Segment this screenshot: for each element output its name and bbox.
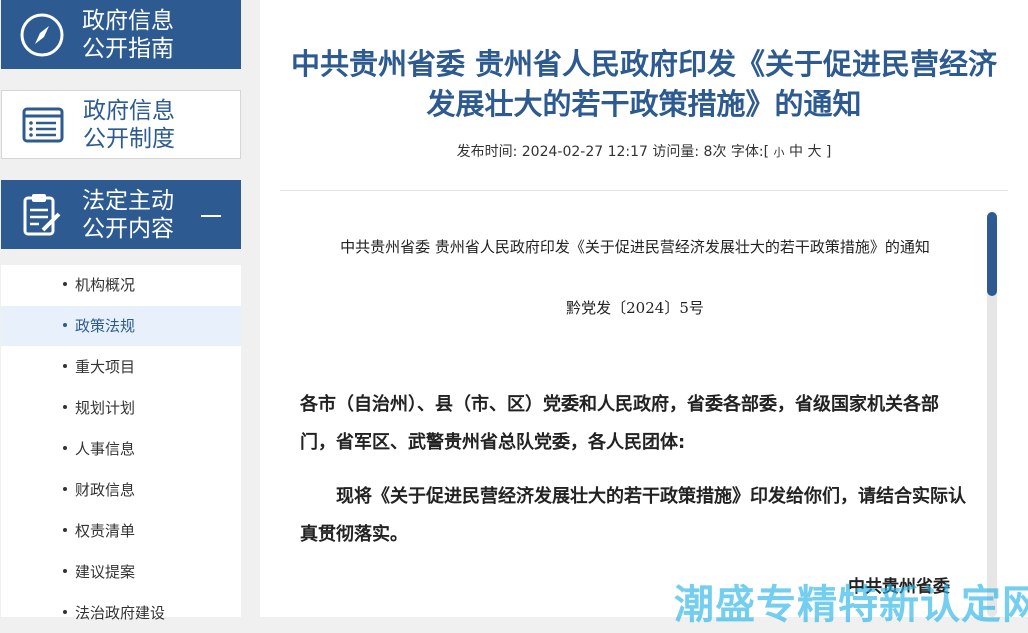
submenu-item-powers[interactable]: 权责清单 (1, 511, 241, 551)
list-document-icon (22, 107, 64, 142)
scrollbar-track[interactable] (987, 212, 997, 617)
meta-suffix: ] (825, 144, 832, 160)
submenu-item-personnel[interactable]: 人事信息 (1, 429, 241, 469)
collapse-icon[interactable] (201, 214, 221, 217)
submenu-item-projects[interactable]: 重大项目 (1, 347, 241, 387)
bullet-icon (63, 568, 67, 573)
body-paragraph: 现将《关于促进民营经济发展壮大的若干政策措施》印发给你们，请结合实际认真贯彻落实… (300, 486, 966, 545)
submenu-item-policy[interactable]: 政策法规 (1, 306, 241, 346)
bullet-icon (63, 609, 67, 614)
document-number: 黔党发〔2024〕5号 (566, 299, 704, 317)
bullet-icon (63, 486, 67, 491)
compass-icon (20, 13, 64, 56)
article-meta: 发布时间: 2024-02-27 12:17 访问量: 8次 字体:[ 小 中 … (260, 141, 1028, 161)
submenu-item-proposals[interactable]: 建议提案 (1, 552, 241, 592)
publish-info: 发布时间: 2024-02-27 12:17 访问量: 8次 字体:[ (456, 144, 770, 160)
submenu-item-rule-of-law[interactable]: 法治政府建设 (1, 593, 241, 633)
article-panel: 中共贵州省委 贵州省人民政府印发《关于促进民营经济发展壮大的若干政策措施》的通知… (260, 0, 1028, 617)
addressee-paragraph: 各市（自治州）、县（市、区）党委和人民政府，省委各部委，省级国家机关各部门，省军… (300, 394, 939, 453)
nav-guide[interactable]: 政府信息 公开指南 (1, 0, 241, 69)
watermark: 潮盛专精特新认定网 (674, 582, 1028, 628)
font-size-small-link[interactable]: 小 (774, 146, 785, 159)
nav-system[interactable]: 政府信息 公开制度 (1, 90, 241, 159)
sidebar: 政府信息 公开指南 政府信息 公开制度 法定主动 公开内容 机构概况 政策法规 … (0, 0, 241, 622)
submenu-item-org[interactable]: 机构概况 (1, 265, 241, 305)
font-size-medium-link[interactable]: 中 (789, 144, 803, 160)
page-title: 中共贵州省委 贵州省人民政府印发《关于促进民营经济发展壮大的若干政策措施》的通知 (290, 47, 998, 121)
bullet-icon (63, 404, 67, 409)
nav-guide-label: 政府信息 公开指南 (82, 7, 174, 62)
scrollbar-thumb[interactable] (987, 212, 997, 296)
bullet-icon (63, 445, 67, 450)
nav-statutory-label: 法定主动 公开内容 (82, 187, 174, 242)
bullet-icon (63, 363, 67, 368)
submenu-item-planning[interactable]: 规划计划 (1, 388, 241, 428)
clipboard-edit-icon (23, 193, 61, 235)
bullet-icon (63, 527, 67, 532)
font-size-large-link[interactable]: 大 (807, 144, 821, 160)
bullet-icon (63, 281, 67, 286)
bullet-icon (63, 322, 67, 327)
submenu-list: 机构概况 政策法规 重大项目 规划计划 人事信息 财政信息 权责清单 建议提案 … (1, 265, 241, 622)
submenu-item-finance[interactable]: 财政信息 (1, 470, 241, 510)
divider (280, 190, 1008, 191)
nav-statutory[interactable]: 法定主动 公开内容 (1, 180, 241, 249)
document-heading: 中共贵州省委 贵州省人民政府印发《关于促进民营经济发展壮大的若干政策措施》的通知 (340, 238, 930, 256)
nav-system-label: 政府信息 公开制度 (83, 97, 175, 152)
